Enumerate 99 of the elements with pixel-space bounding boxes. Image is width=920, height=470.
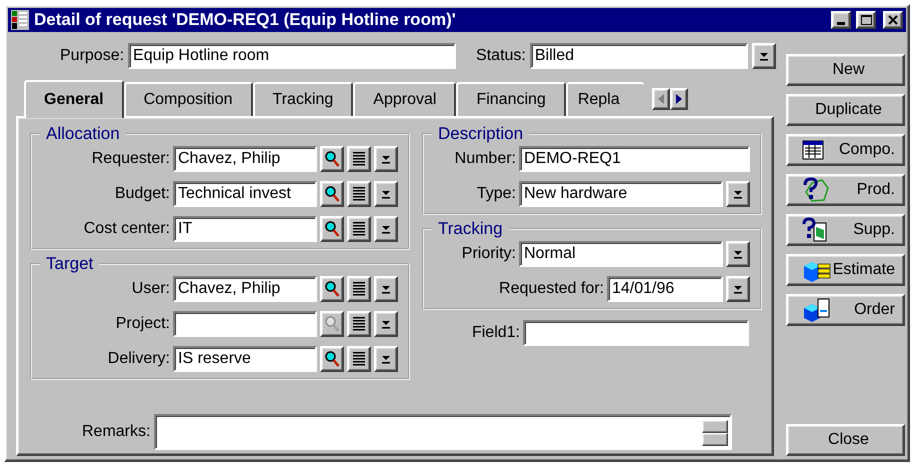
list-icon (353, 317, 365, 331)
lookup-button[interactable] (320, 346, 344, 372)
question-network-icon (802, 177, 830, 203)
combo-box[interactable]: Billed (530, 43, 748, 69)
tab[interactable]: Repla (566, 82, 644, 116)
input-field[interactable]: IS reserve (173, 346, 317, 372)
field-label: Requested for: (498, 280, 604, 298)
input-field[interactable]: Chavez, Philip (173, 276, 317, 302)
list-icon (353, 152, 365, 166)
combo-box[interactable]: 14/01/96 (607, 276, 723, 302)
minimize-icon (837, 22, 845, 25)
list-button[interactable] (347, 346, 371, 372)
app-icon (11, 10, 29, 30)
field-label: Project: (114, 315, 170, 333)
button[interactable]: Supp. (786, 214, 905, 246)
input-field[interactable] (173, 311, 317, 337)
dropdown-arrow-icon (381, 320, 391, 328)
input-field[interactable] (523, 320, 749, 346)
minimize-button[interactable] (831, 11, 851, 29)
maximize-button[interactable] (856, 11, 876, 29)
tab[interactable]: Financing (456, 82, 566, 116)
field-label: Field1: (470, 324, 520, 342)
dropdown-button[interactable] (374, 311, 398, 337)
text-area[interactable] (154, 414, 732, 450)
input-field[interactable]: Technical invest (173, 181, 317, 207)
cube-form-icon (802, 298, 832, 322)
dropdown-arrow-icon (381, 354, 391, 364)
field-label: Type: (476, 185, 516, 203)
window-title: Detail of request 'DEMO-REQ1 (Equip Hotline room)' (34, 10, 457, 30)
dropdown-arrow-icon (733, 190, 743, 198)
button[interactable]: Close (786, 424, 905, 456)
dropdown-arrow-icon (381, 224, 391, 234)
dropdown-button[interactable] (374, 276, 398, 302)
dropdown-arrow-icon (381, 154, 391, 164)
list-icon (353, 222, 365, 236)
combo-box[interactable]: New hardware (519, 181, 723, 207)
list-button[interactable] (347, 146, 371, 172)
dropdown-arrow-icon (381, 284, 391, 294)
field-label: Purpose: (60, 47, 124, 65)
field-label: User: (130, 280, 170, 298)
input-field[interactable]: Equip Hotline room (128, 43, 456, 69)
input-field[interactable]: Chavez, Philip (173, 146, 317, 172)
list-button[interactable] (347, 181, 371, 207)
button[interactable]: Order (786, 294, 905, 326)
dropdown-button[interactable] (374, 181, 398, 207)
button[interactable]: Estimate (786, 254, 905, 286)
field-label: Remarks: (82, 423, 150, 441)
spin-up-button[interactable] (702, 420, 728, 433)
lookup-button[interactable] (320, 276, 344, 302)
group-title: Allocation (45, 124, 121, 144)
scroll-left-button[interactable] (652, 88, 670, 110)
field-label: Budget: (114, 185, 170, 203)
button[interactable]: Compo. (786, 134, 905, 166)
maximize-icon (860, 15, 872, 25)
dropdown-button[interactable] (752, 43, 776, 69)
list-button[interactable] (347, 311, 371, 337)
lookup-button[interactable] (320, 181, 344, 207)
dropdown-button[interactable] (726, 241, 750, 267)
list-button[interactable] (347, 216, 371, 242)
tab[interactable]: General (24, 80, 124, 118)
button[interactable]: New (786, 54, 905, 86)
scroll-right-button[interactable] (670, 88, 688, 110)
field-label: Priority: (460, 245, 516, 263)
dropdown-button[interactable] (374, 216, 398, 242)
lookup-button[interactable] (320, 311, 344, 337)
list-button[interactable] (347, 276, 371, 302)
lookup-button[interactable] (320, 216, 344, 242)
dropdown-button[interactable] (374, 146, 398, 172)
dropdown-arrow-icon (381, 190, 391, 198)
input-field[interactable]: DEMO-REQ1 (519, 146, 750, 172)
field-label: Delivery: (106, 350, 170, 368)
dropdown-button[interactable] (726, 276, 750, 302)
field-label: Cost center: (82, 220, 170, 238)
list-icon (353, 187, 365, 201)
button[interactable]: Prod. (786, 174, 905, 206)
group-title: Target (45, 254, 94, 274)
spin-down-button[interactable] (702, 433, 728, 446)
tab[interactable]: Tracking (252, 82, 354, 116)
dropdown-button[interactable] (726, 181, 750, 207)
dropdown-button[interactable] (374, 346, 398, 372)
list-icon (353, 282, 365, 296)
lookup-button[interactable] (320, 146, 344, 172)
close-icon (888, 15, 898, 25)
close-button[interactable] (883, 11, 903, 29)
dropdown-arrow-icon (733, 250, 743, 258)
field-label: Requester: (90, 150, 170, 168)
field-label: Status: (476, 47, 526, 65)
dropdown-arrow-icon (758, 52, 769, 60)
group-title: Description (437, 124, 524, 144)
table-icon (802, 140, 824, 160)
field-label: Number: (454, 150, 516, 168)
tab[interactable]: Composition (124, 82, 253, 116)
input-field[interactable]: IT (173, 216, 317, 242)
group-title: Tracking (437, 219, 504, 239)
list-icon (353, 352, 365, 366)
tab[interactable]: Approval (353, 82, 456, 116)
dropdown-arrow-icon (733, 284, 743, 294)
combo-box[interactable]: Normal (519, 241, 723, 267)
button[interactable]: Duplicate (786, 94, 905, 126)
